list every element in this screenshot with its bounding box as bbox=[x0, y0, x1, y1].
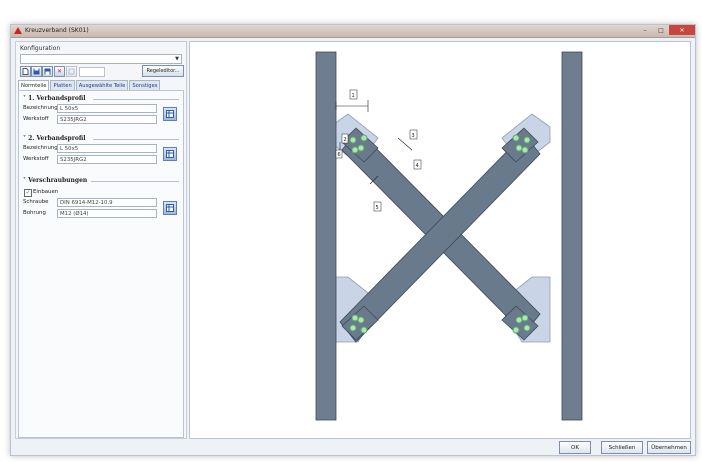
title-bar: Kreuzverband (SK01) – □ ✕ bbox=[11, 25, 695, 38]
tab-sonstiges[interactable]: Sonstiges bbox=[129, 80, 161, 90]
new-icon[interactable] bbox=[20, 66, 31, 77]
normteile-page: ˅ 1. Verbandsprofil Bezeichnung L 50x5 W… bbox=[18, 90, 184, 438]
regeleditor-button[interactable]: Regeleditor... bbox=[142, 65, 184, 77]
bezeichnung-label: Bezeichnung bbox=[23, 145, 58, 151]
copy-icon[interactable] bbox=[66, 66, 77, 77]
catalog-icon bbox=[166, 204, 174, 212]
divider bbox=[93, 99, 179, 100]
bezeichnung-label: Bezeichnung bbox=[23, 105, 58, 111]
delete-icon[interactable]: ✕ bbox=[54, 66, 65, 77]
schraube-field[interactable]: DIN 6914-M12-10.9 bbox=[57, 198, 157, 207]
window-title: Kreuzverband (SK01) bbox=[25, 27, 89, 34]
column-right bbox=[561, 51, 583, 421]
save-icon[interactable] bbox=[31, 66, 42, 77]
dimension-label: 4 bbox=[416, 163, 419, 169]
close-button[interactable]: Schließen bbox=[601, 441, 643, 454]
dimension-label: 2 bbox=[344, 137, 347, 143]
einbauen-label: Einbauen bbox=[33, 189, 59, 195]
dialog-window: Kreuzverband (SK01) – □ ✕ Konfiguration … bbox=[10, 24, 696, 456]
app-logo-icon bbox=[14, 27, 22, 34]
minimize-icon[interactable]: – bbox=[637, 25, 653, 35]
profil2-bezeichnung-field[interactable]: L 50x5 bbox=[57, 144, 157, 153]
divider bbox=[91, 181, 179, 182]
save-as-icon[interactable] bbox=[42, 66, 53, 77]
maximize-icon[interactable]: □ bbox=[653, 25, 669, 35]
dimension-label: 5 bbox=[376, 205, 379, 211]
section-title-verschraubungen: ˅ Verschraubungen bbox=[23, 177, 88, 184]
close-icon[interactable]: ✕ bbox=[669, 25, 695, 35]
section-title-profil1: ˅ 1. Verbandsprofil bbox=[23, 95, 86, 102]
catalog-icon bbox=[166, 110, 174, 118]
konfiguration-select[interactable]: ▼ bbox=[20, 54, 182, 64]
dimension-label: 3 bbox=[412, 133, 415, 139]
bohrung-label: Bohrung bbox=[23, 210, 46, 216]
bracing-sketch: 1 2 3 4 5 6 bbox=[315, 51, 583, 421]
bohrung-field[interactable]: M12 (Ø14) bbox=[57, 209, 157, 218]
werkstoff-label: Werkstoff bbox=[23, 116, 49, 122]
ok-button[interactable]: OK bbox=[559, 441, 591, 454]
profil2-werkstoff-field[interactable]: S235JRG2 bbox=[57, 155, 157, 164]
konfiguration-label: Konfiguration bbox=[20, 45, 61, 52]
preview-drawing: 1 2 3 4 5 6 bbox=[189, 41, 691, 439]
section-title-profil2: ˅ 2. Verbandsprofil bbox=[23, 135, 86, 142]
einbauen-checkbox[interactable]: ✓ bbox=[24, 189, 32, 197]
catalog-icon bbox=[166, 150, 174, 158]
name-input[interactable] bbox=[79, 67, 105, 77]
schraube-catalog-button[interactable] bbox=[163, 201, 177, 215]
werkstoff-label: Werkstoff bbox=[23, 156, 49, 162]
chevron-down-icon: ▼ bbox=[175, 56, 179, 62]
window-controls: – □ ✕ bbox=[637, 25, 695, 36]
divider bbox=[93, 139, 179, 140]
settings-panel: Konfiguration ▼ ✕ Regeleditor... Normtei… bbox=[15, 41, 187, 439]
profil2-catalog-button[interactable] bbox=[163, 147, 177, 161]
tab-platten[interactable]: Platten bbox=[50, 80, 75, 90]
tab-ausgewaehlte-teile[interactable]: Ausgewählte Teile bbox=[75, 80, 129, 90]
dimension-label: 1 bbox=[352, 93, 355, 99]
profil1-catalog-button[interactable] bbox=[163, 107, 177, 121]
profil1-werkstoff-field[interactable]: S235JRG2 bbox=[57, 115, 157, 124]
column-left bbox=[315, 51, 337, 421]
tab-bar: Normteile Platten Ausgewählte Teile Sons… bbox=[18, 80, 161, 91]
schraube-label: Schraube bbox=[23, 199, 49, 205]
profil1-bezeichnung-field[interactable]: L 50x5 bbox=[57, 104, 157, 113]
apply-button[interactable]: Übernehmen bbox=[647, 441, 691, 454]
dimension-label: 6 bbox=[338, 152, 341, 158]
